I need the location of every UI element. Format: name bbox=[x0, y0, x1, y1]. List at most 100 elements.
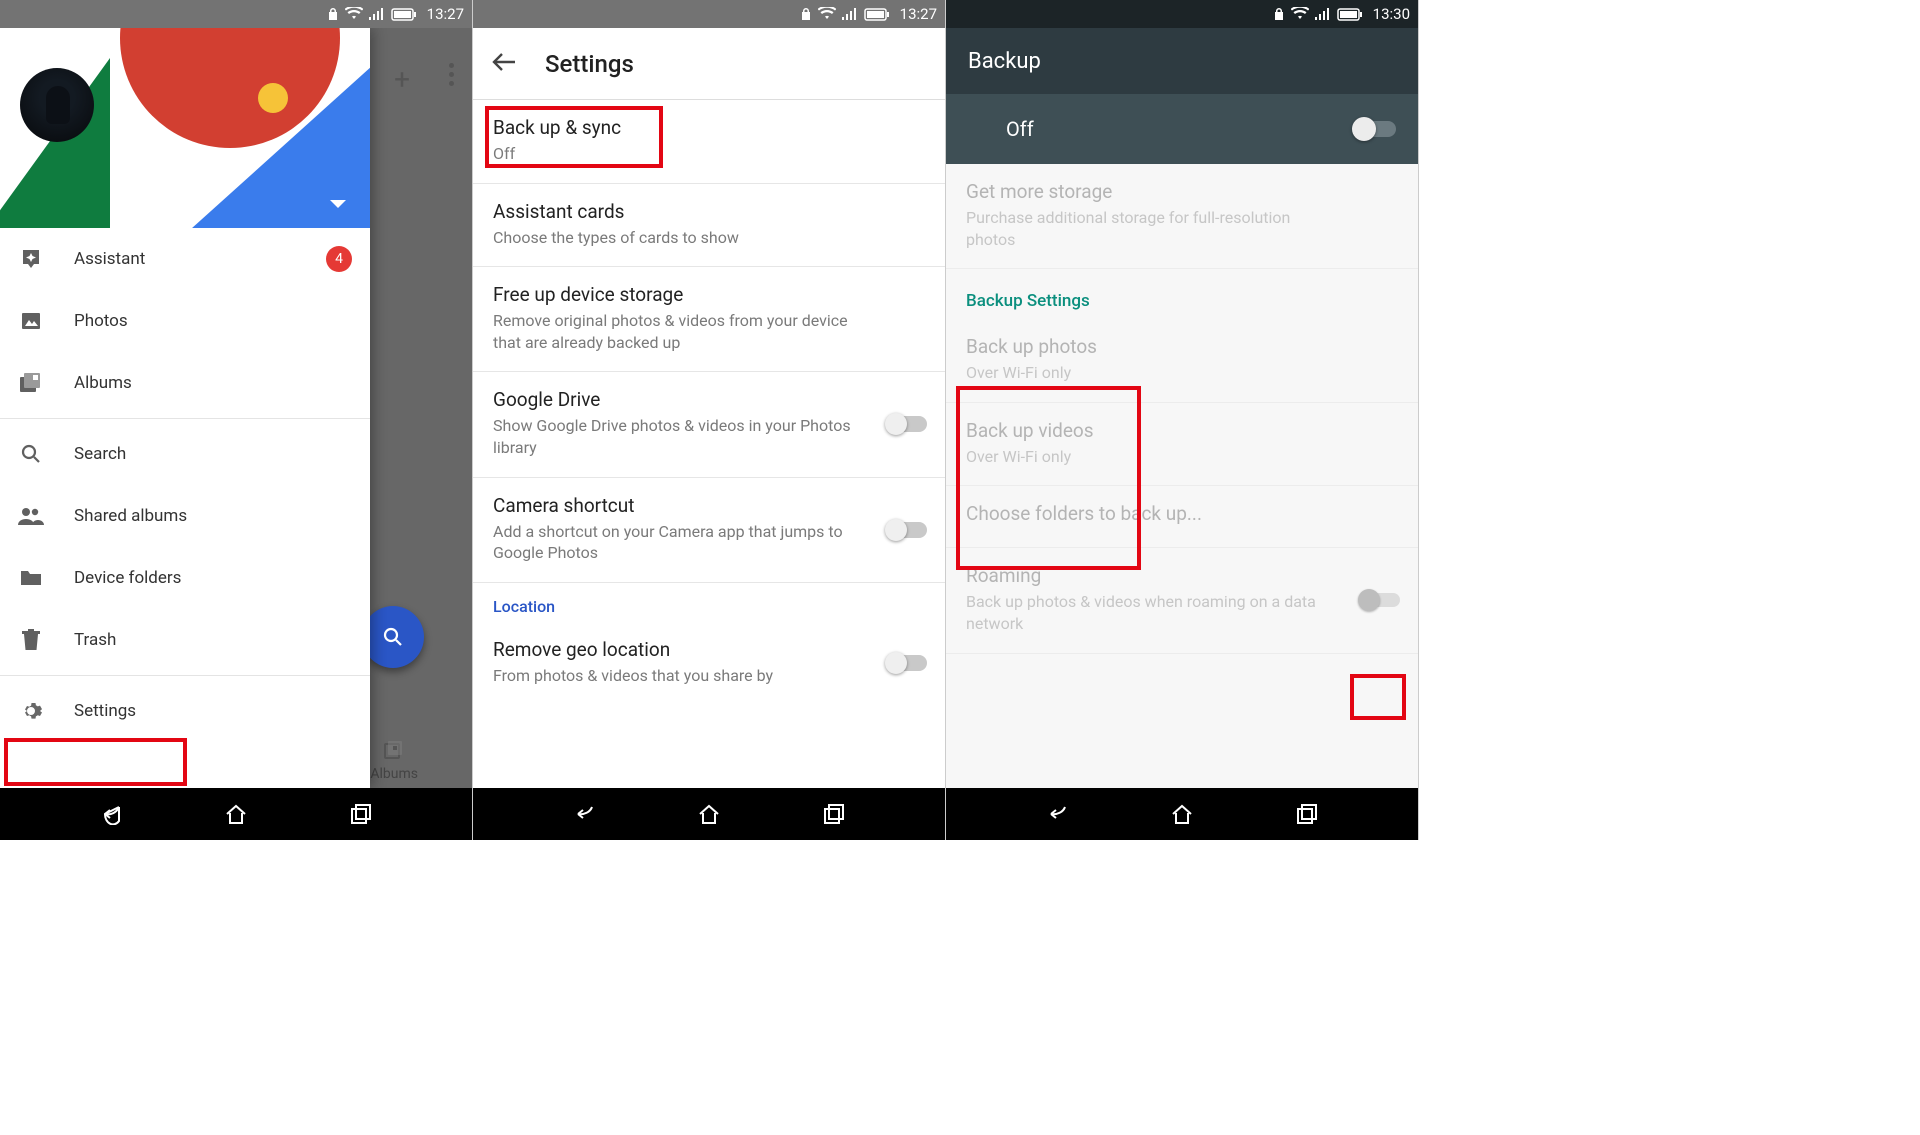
settings-list: Back up & sync Off Assistant cards Choos… bbox=[473, 100, 945, 788]
setting-subtitle: Off bbox=[493, 143, 925, 165]
recent-button[interactable] bbox=[348, 801, 374, 827]
more-icon[interactable] bbox=[449, 63, 454, 86]
albums-tab-icon bbox=[370, 739, 418, 766]
page-title: Backup bbox=[968, 49, 1041, 74]
setting-title: Back up & sync bbox=[493, 116, 925, 139]
android-nav-bar bbox=[473, 788, 945, 840]
toggle-switch[interactable] bbox=[887, 655, 927, 671]
status-bar: 13:27 bbox=[473, 0, 945, 28]
drawer-item-settings[interactable]: Settings bbox=[0, 680, 370, 742]
setting-subtitle: Back up photos & videos when roaming on … bbox=[966, 591, 1398, 634]
toggle-label: Off bbox=[1006, 117, 1034, 141]
app-bar: Settings bbox=[473, 28, 945, 100]
drawer-item-search[interactable]: Search bbox=[0, 423, 370, 485]
drawer-item-albums[interactable]: Albums bbox=[0, 352, 370, 414]
notification-badge: 4 bbox=[326, 246, 352, 272]
setting-subtitle: From photos & videos that you share by bbox=[493, 665, 925, 687]
battery-icon bbox=[864, 8, 890, 21]
underlying-screen: + Albums bbox=[369, 28, 472, 788]
avatar[interactable] bbox=[20, 68, 94, 142]
drawer-item-photos[interactable]: Photos bbox=[0, 290, 370, 352]
setting-title: Camera shortcut bbox=[493, 494, 925, 517]
status-time: 13:27 bbox=[900, 5, 937, 23]
tab-albums[interactable]: Albums bbox=[370, 739, 418, 788]
section-location: Location bbox=[473, 583, 945, 622]
drawer-item-label: Photos bbox=[74, 311, 352, 331]
toggle-switch[interactable] bbox=[887, 416, 927, 432]
status-bar: 13:27 bbox=[0, 0, 472, 28]
back-button[interactable] bbox=[99, 801, 125, 827]
section-backup-settings: Backup Settings bbox=[946, 269, 1418, 319]
toggle-switch[interactable] bbox=[1354, 121, 1396, 137]
android-nav-bar bbox=[946, 788, 1418, 840]
recent-button[interactable] bbox=[821, 801, 847, 827]
home-button[interactable] bbox=[1169, 801, 1195, 827]
signal-icon bbox=[842, 8, 858, 20]
drawer-item-trash[interactable]: Trash bbox=[0, 609, 370, 671]
recent-button[interactable] bbox=[1294, 801, 1320, 827]
toggle-switch bbox=[1360, 593, 1400, 607]
drawer-item-label: Search bbox=[74, 444, 352, 464]
setting-subtitle: Show Google Drive photos & videos in you… bbox=[493, 415, 925, 458]
setting-get-storage: Get more storage Purchase additional sto… bbox=[946, 164, 1418, 269]
back-arrow-icon[interactable] bbox=[491, 52, 517, 76]
setting-assistant-cards[interactable]: Assistant cards Choose the types of card… bbox=[473, 184, 945, 268]
lock-icon bbox=[1273, 7, 1285, 21]
navigation-drawer: Assistant 4 Photos Albums Search bbox=[0, 28, 370, 788]
drawer-item-assistant[interactable]: Assistant 4 bbox=[0, 228, 370, 290]
backup-settings-list: Get more storage Purchase additional sto… bbox=[946, 164, 1418, 788]
app-bar: Backup bbox=[946, 28, 1418, 94]
setting-title: Back up photos bbox=[966, 335, 1398, 358]
phone-2-settings-screen: 13:27 Settings Back up & sync Off Assist… bbox=[473, 0, 946, 840]
setting-backup-videos: Back up videos Over Wi-Fi only bbox=[946, 403, 1418, 487]
albums-icon bbox=[18, 372, 44, 394]
setting-google-drive[interactable]: Google Drive Show Google Drive photos & … bbox=[473, 372, 945, 477]
lock-icon bbox=[800, 7, 812, 21]
trash-icon bbox=[18, 629, 44, 651]
gear-icon bbox=[18, 700, 44, 722]
chevron-down-icon[interactable] bbox=[330, 195, 346, 214]
drawer-item-shared[interactable]: Shared albums bbox=[0, 485, 370, 547]
assistant-icon bbox=[18, 248, 44, 270]
backup-master-toggle[interactable]: Off bbox=[946, 94, 1418, 164]
setting-camera-shortcut[interactable]: Camera shortcut Add a shortcut on your C… bbox=[473, 478, 945, 583]
setting-remove-geo[interactable]: Remove geo location From photos & videos… bbox=[473, 622, 945, 705]
add-icon[interactable]: + bbox=[394, 63, 410, 96]
search-fab[interactable] bbox=[362, 606, 424, 668]
setting-choose-folders: Choose folders to back up... bbox=[946, 486, 1418, 548]
setting-title: Assistant cards bbox=[493, 200, 925, 223]
setting-backup-sync[interactable]: Back up & sync Off bbox=[473, 100, 945, 184]
tab-label: Albums bbox=[370, 766, 418, 782]
android-nav-bar bbox=[0, 788, 472, 840]
battery-icon bbox=[1337, 8, 1363, 21]
status-time: 13:30 bbox=[1373, 5, 1410, 23]
drawer-header bbox=[0, 28, 370, 228]
drawer-item-label: Shared albums bbox=[74, 506, 352, 526]
back-button[interactable] bbox=[1045, 801, 1071, 827]
drawer-item-label: Device folders bbox=[74, 568, 352, 588]
toggle-switch[interactable] bbox=[887, 522, 927, 538]
battery-icon bbox=[391, 8, 417, 21]
drawer-item-label: Settings bbox=[74, 701, 352, 721]
back-button[interactable] bbox=[572, 801, 598, 827]
shared-icon bbox=[18, 507, 44, 525]
signal-icon bbox=[1315, 8, 1331, 20]
screen-content: Backup Off Get more storage Purchase add… bbox=[946, 28, 1418, 788]
screen-content: + Albums bbox=[0, 28, 472, 788]
drawer-item-folders[interactable]: Device folders bbox=[0, 547, 370, 609]
home-button[interactable] bbox=[223, 801, 249, 827]
setting-title: Remove geo location bbox=[493, 638, 925, 661]
setting-title: Back up videos bbox=[966, 419, 1398, 442]
divider bbox=[0, 418, 370, 419]
setting-free-storage[interactable]: Free up device storage Remove original p… bbox=[473, 267, 945, 372]
drawer-item-label: Trash bbox=[74, 630, 352, 650]
setting-title: Choose folders to back up... bbox=[966, 502, 1398, 525]
divider bbox=[0, 675, 370, 676]
wifi-icon bbox=[818, 7, 836, 21]
status-time: 13:27 bbox=[427, 5, 464, 23]
setting-roaming: Roaming Back up photos & videos when roa… bbox=[946, 548, 1418, 653]
phone-3-backup-screen: 13:30 Backup Off Get more storage Purcha… bbox=[946, 0, 1419, 840]
decor-yellow bbox=[258, 83, 288, 113]
wifi-icon bbox=[345, 7, 363, 21]
home-button[interactable] bbox=[696, 801, 722, 827]
